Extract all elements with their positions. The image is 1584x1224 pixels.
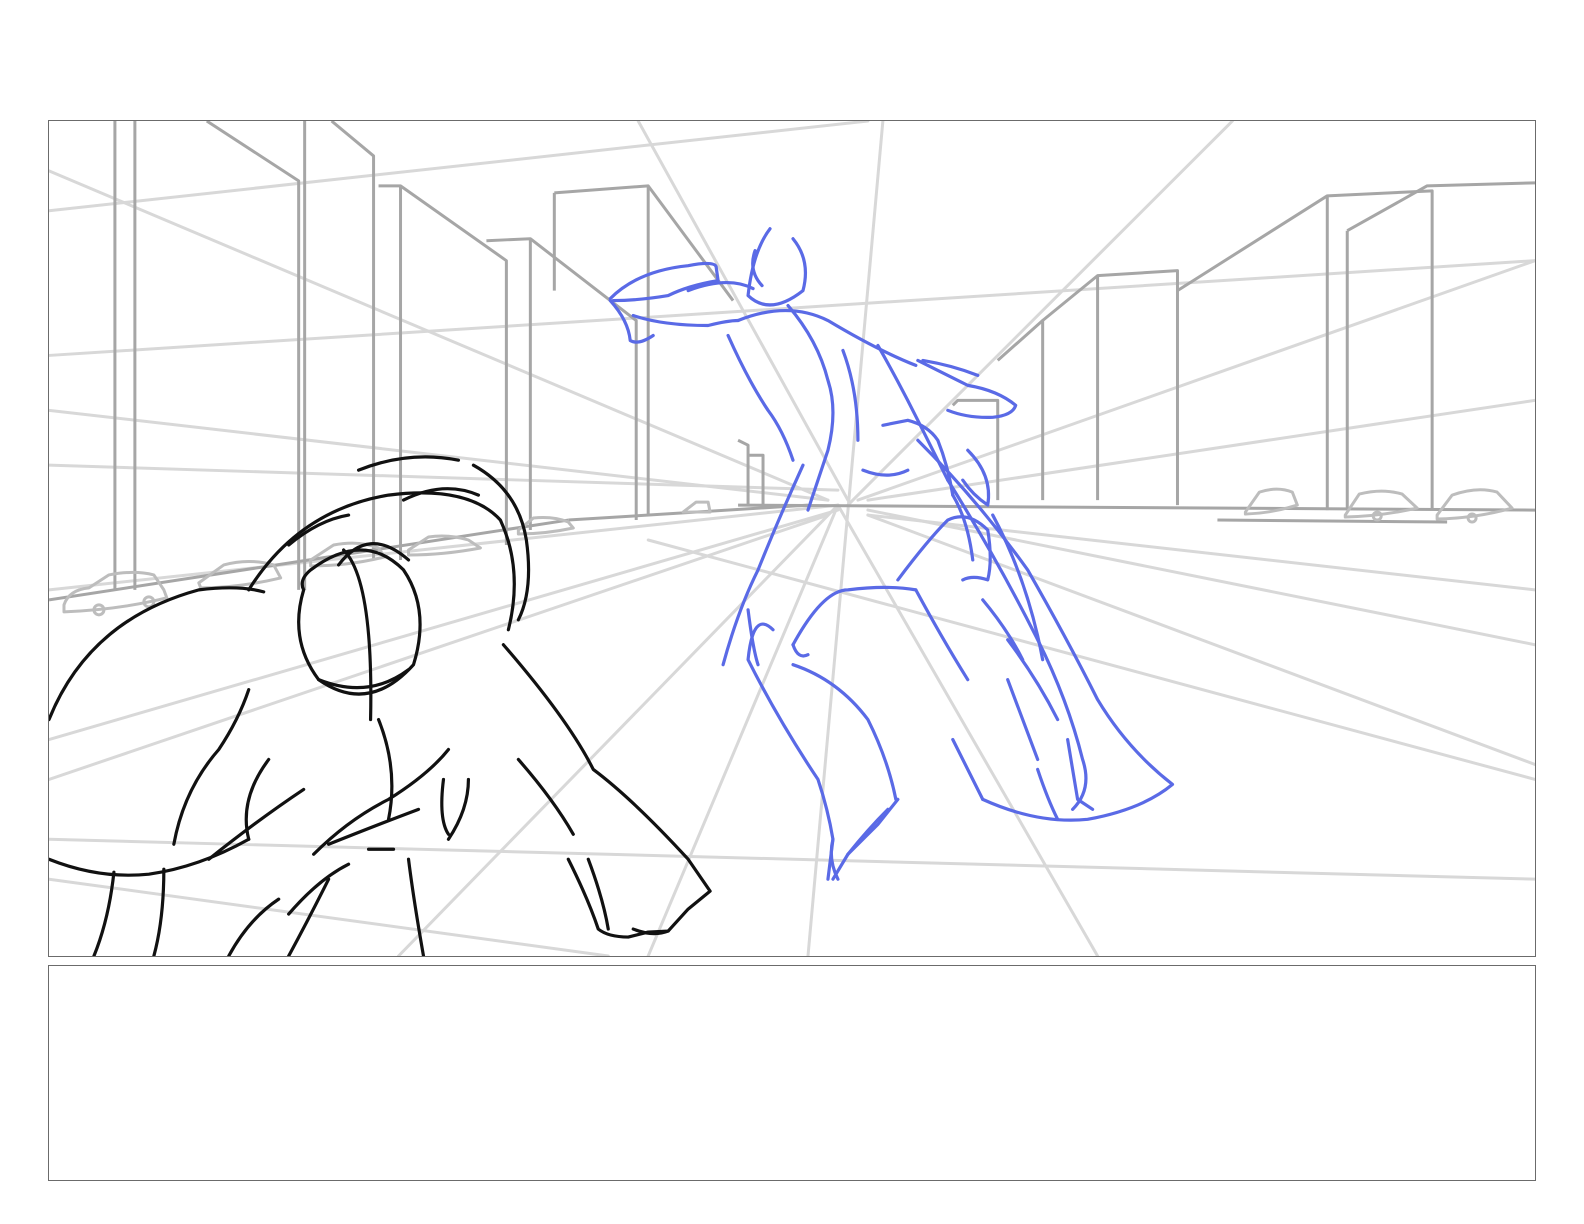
notes-panel[interactable]: [48, 965, 1536, 1181]
storyboard-panel[interactable]: [48, 120, 1536, 957]
foreground-figure: [49, 455, 712, 956]
buildings-left: [49, 121, 809, 602]
perspective-guides: [49, 121, 1535, 956]
buildings-right: [738, 181, 1535, 524]
panel-sketch: [49, 121, 1535, 956]
